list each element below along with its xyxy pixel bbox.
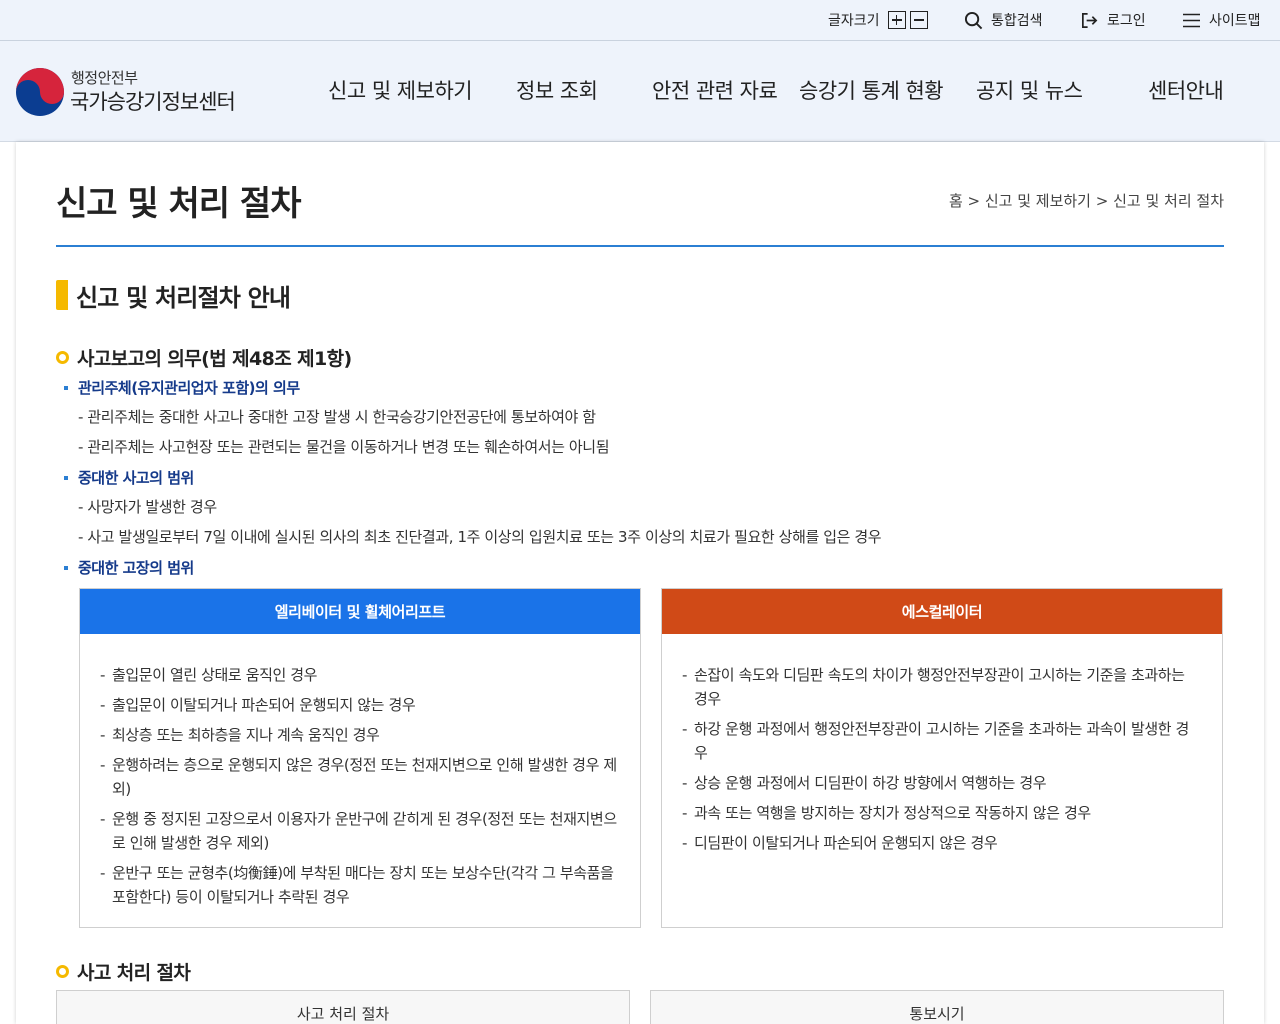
- list-item: 과속 또는 역행을 방지하는 장치가 정상적으로 작동하지 않은 경우: [682, 801, 1202, 825]
- gnb-item-info[interactable]: 정보 조회: [516, 75, 598, 105]
- login-icon: [1081, 12, 1098, 28]
- list-item: 운반구 또는 균형추(均衡錘)에 부착된 매다는 장치 또는 보상수단(각각 그…: [100, 861, 620, 909]
- sitemap-button[interactable]: 사이트맵: [1183, 0, 1261, 40]
- ring-bullet-icon: [56, 965, 69, 978]
- duty-heading: 사고보고의 의무(법 제48조 제1항): [56, 344, 352, 371]
- accident-item: - 사고 발생일로부터 7일 이내에 실시된 의사의 최초 진단결과, 1주 이…: [78, 528, 882, 546]
- tab-process[interactable]: 사고 처리 절차: [56, 990, 630, 1024]
- process-title: 사고 처리 절차: [77, 962, 191, 984]
- accident-item: - 사망자가 발생한 경우: [78, 498, 217, 516]
- center-name: 국가승강기정보센터: [70, 90, 236, 114]
- login-label: 로그인: [1107, 13, 1146, 29]
- gnb-item-about[interactable]: 센터안내: [1148, 75, 1224, 105]
- gnb-item-news[interactable]: 공지 및 뉴스: [976, 75, 1083, 105]
- gnb-item-report[interactable]: 신고 및 제보하기: [328, 75, 473, 105]
- list-item: 운행 중 정지된 고장으로서 이용자가 운반구에 갇히게 된 경우(정전 또는 …: [100, 807, 620, 855]
- list-item: 손잡이 속도와 디딤판 속도의 차이가 행정안전부장관이 고시하는 기준을 초과…: [682, 663, 1202, 711]
- owner-title: 관리주체(유지관리업자 포함)의 의무: [78, 379, 300, 397]
- list-item: 운행하려는 층으로 운행되지 않은 경우(정전 또는 천재지변으로 인해 발생한…: [100, 753, 620, 801]
- gnb-item-stats[interactable]: 승강기 통계 현황: [799, 75, 944, 105]
- list-item: 출입문이 열린 상태로 움직인 경우: [100, 663, 620, 687]
- page-title: 신고 및 처리 절차: [56, 184, 301, 224]
- ring-bullet-icon: [56, 351, 69, 364]
- square-bullet-icon: [64, 475, 68, 480]
- search-label: 통합검색: [991, 13, 1043, 29]
- section-heading: 신고 및 처리절차 안내: [56, 279, 291, 312]
- process-heading: 사고 처리 절차: [56, 958, 191, 985]
- menu-icon: [1183, 13, 1200, 27]
- failure-heading: 중대한 고장의 범위: [64, 557, 194, 578]
- owner-heading: 관리주체(유지관리업자 포함)의 의무: [64, 377, 300, 398]
- tab-notice-timing[interactable]: 통보시기: [650, 990, 1224, 1024]
- failure-title: 중대한 고장의 범위: [78, 559, 194, 577]
- search-icon: [964, 11, 983, 29]
- header: 행정안전부 국가승강기정보센터 신고 및 제보하기 정보 조회 안전 관련 자료…: [0, 41, 1280, 142]
- site-logo[interactable]: 행정안전부 국가승강기정보센터: [15, 67, 255, 117]
- escalator-box-title: 에스컬레이터: [662, 589, 1222, 634]
- escalator-failure-list: 손잡이 속도와 디딤판 속도의 차이가 행정안전부장관이 고시하는 기준을 초과…: [662, 634, 1222, 855]
- elevator-failure-list: 출입문이 열린 상태로 움직인 경우 출입문이 이탈되거나 파손되어 운행되지 …: [80, 634, 640, 909]
- heading-marker: [56, 280, 68, 310]
- escalator-failure-box: 에스컬레이터 손잡이 속도와 디딤판 속도의 차이가 행정안전부장관이 고시하는…: [661, 588, 1223, 928]
- gnb-item-safety[interactable]: 안전 관련 자료: [652, 75, 778, 105]
- section-title: 신고 및 처리절차 안내: [76, 283, 291, 312]
- search-button[interactable]: 통합검색: [964, 0, 1043, 40]
- square-bullet-icon: [64, 565, 68, 570]
- square-bullet-icon: [64, 385, 68, 390]
- title-divider: [56, 245, 1224, 247]
- list-item: 상승 운행 과정에서 디딤판이 하강 방향에서 역행하는 경우: [682, 771, 1202, 795]
- elevator-failure-box: 엘리베이터 및 휠체어리프트 출입문이 열린 상태로 움직인 경우 출입문이 이…: [79, 588, 641, 928]
- list-item: 하강 운행 과정에서 행정안전부장관이 고시하는 기준을 초과하는 과속이 발생…: [682, 717, 1202, 765]
- owner-item: - 관리주체는 사고현장 또는 관련되는 물건을 이동하거나 변경 또는 훼손하…: [78, 438, 610, 456]
- list-item: 디딤판이 이탈되거나 파손되어 운행되지 않은 경우: [682, 831, 1202, 855]
- list-item: 최상층 또는 최하층을 지나 계속 움직인 경우: [100, 723, 620, 747]
- taegeuk-emblem-icon: [16, 68, 64, 116]
- login-button[interactable]: 로그인: [1080, 0, 1146, 40]
- font-size-label: 글자크기: [828, 13, 880, 29]
- ministry-name: 행정안전부: [71, 69, 138, 87]
- font-size-increase-icon[interactable]: [887, 11, 906, 29]
- font-size-control: 글자크기: [828, 0, 928, 40]
- font-size-decrease-icon[interactable]: [909, 11, 928, 29]
- accident-heading: 중대한 사고의 범위: [64, 467, 194, 488]
- elevator-box-title: 엘리베이터 및 휠체어리프트: [80, 589, 640, 634]
- duty-title: 사고보고의 의무(법 제48조 제1항): [77, 348, 352, 370]
- accident-title: 중대한 사고의 범위: [78, 469, 194, 487]
- sitemap-label: 사이트맵: [1209, 13, 1261, 29]
- list-item: 출입문이 이탈되거나 파손되어 운행되지 않는 경우: [100, 693, 620, 717]
- breadcrumb: 홈 > 신고 및 제보하기 > 신고 및 처리 절차: [948, 192, 1224, 210]
- owner-item: - 관리주체는 중대한 사고나 중대한 고장 발생 시 한국승강기안전공단에 통…: [78, 408, 596, 426]
